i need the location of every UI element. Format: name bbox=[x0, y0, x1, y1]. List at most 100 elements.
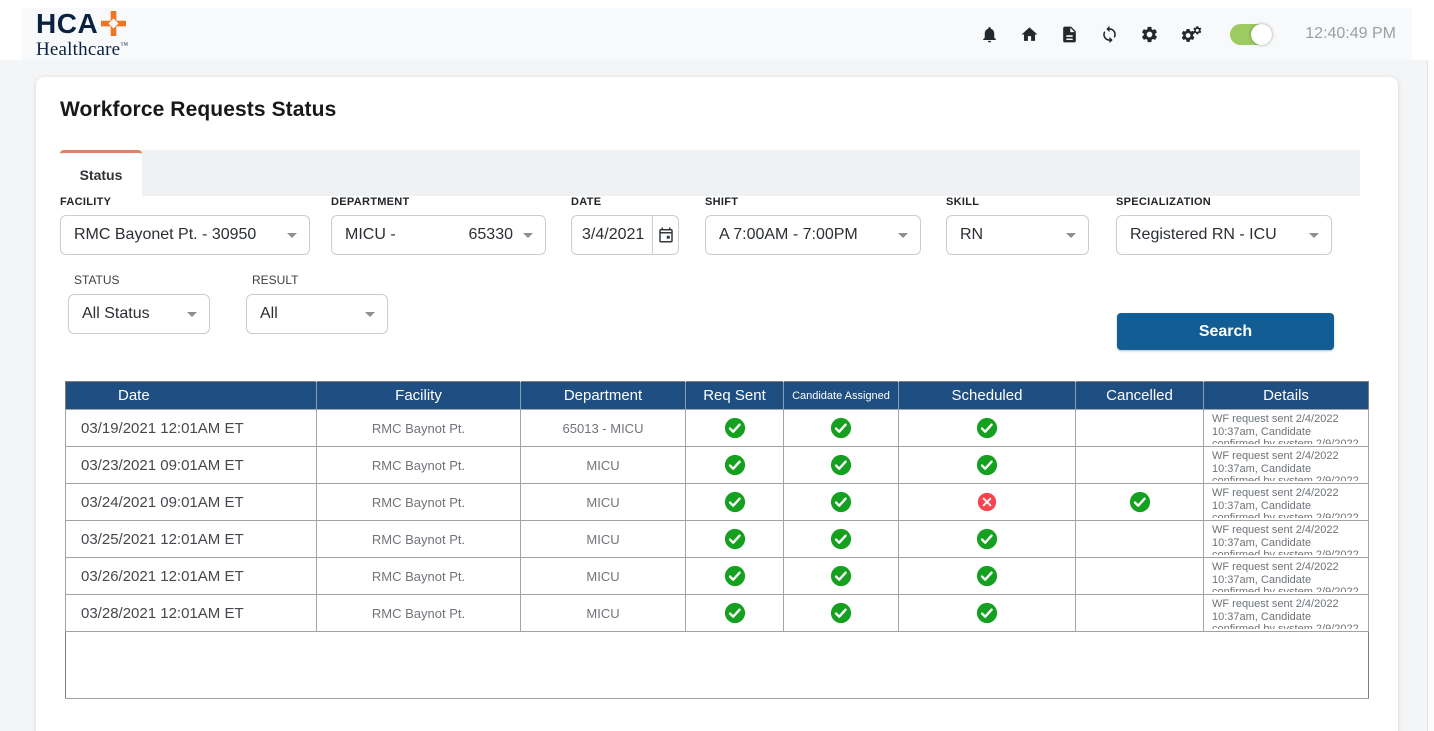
check-icon bbox=[724, 491, 746, 513]
page-scrollbar[interactable] bbox=[1427, 60, 1434, 731]
check-icon bbox=[724, 417, 746, 439]
table-row: 03/26/2021 12:01AM ET RMC Baynot Pt. MIC… bbox=[66, 558, 1369, 595]
cell-facility: RMC Baynot Pt. bbox=[317, 410, 521, 447]
cell-facility: RMC Baynot Pt. bbox=[317, 595, 521, 632]
chevron-down-icon bbox=[1066, 233, 1076, 238]
cell-department: MICU bbox=[521, 447, 686, 484]
search-button[interactable]: Search bbox=[1117, 313, 1334, 350]
skill-select[interactable]: RN bbox=[946, 215, 1089, 255]
cell-date: 03/19/2021 12:01AM ET bbox=[66, 410, 317, 447]
table-row: 03/23/2021 09:01AM ET RMC Baynot Pt. MIC… bbox=[66, 447, 1369, 484]
cell-cancelled bbox=[1076, 595, 1204, 632]
cell-scheduled bbox=[899, 484, 1076, 521]
cell-facility: RMC Baynot Pt. bbox=[317, 558, 521, 595]
cell-scheduled bbox=[899, 410, 1076, 447]
check-icon bbox=[830, 491, 852, 513]
facility-select[interactable]: RMC Bayonet Pt. - 30950 bbox=[60, 215, 310, 255]
specialization-select[interactable]: Registered RN - ICU bbox=[1116, 215, 1332, 255]
cell-details: WF request sent 2/4/2022 10:37am, Candid… bbox=[1204, 595, 1369, 632]
cell-candidate-assigned bbox=[784, 521, 899, 558]
pdf-file-icon[interactable] bbox=[1060, 25, 1079, 44]
chevron-down-icon bbox=[523, 233, 533, 238]
cell-cancelled bbox=[1076, 558, 1204, 595]
result-label: RESULT bbox=[252, 273, 388, 287]
power-toggle[interactable] bbox=[1230, 24, 1272, 45]
cell-facility: RMC Baynot Pt. bbox=[317, 447, 521, 484]
cell-facility: RMC Baynot Pt. bbox=[317, 484, 521, 521]
specialization-label: SPECIALIZATION bbox=[1116, 196, 1332, 208]
table-row: 03/25/2021 12:01AM ET RMC Baynot Pt. MIC… bbox=[66, 521, 1369, 558]
col-header-cancelled: Cancelled bbox=[1076, 382, 1204, 410]
table-header-row: Date Facility Department Req Sent Candid… bbox=[66, 382, 1369, 410]
chevron-down-icon bbox=[898, 233, 908, 238]
cell-req-sent bbox=[686, 558, 784, 595]
admin-gears-icon[interactable] bbox=[1180, 25, 1203, 44]
clock-time: 12:40:49 PM bbox=[1305, 25, 1396, 43]
check-icon bbox=[830, 528, 852, 550]
check-icon bbox=[830, 565, 852, 587]
calendar-icon[interactable] bbox=[652, 216, 678, 254]
date-value[interactable]: 3/4/2021 bbox=[572, 216, 652, 254]
cell-scheduled bbox=[899, 521, 1076, 558]
cell-details: WF request sent 2/4/2022 10:37am, Candid… bbox=[1204, 447, 1369, 484]
refresh-icon[interactable] bbox=[1100, 25, 1119, 44]
cell-candidate-assigned bbox=[784, 447, 899, 484]
bell-icon[interactable] bbox=[980, 25, 999, 44]
col-header-scheduled: Scheduled bbox=[899, 382, 1076, 410]
col-header-details: Details bbox=[1204, 382, 1369, 410]
check-icon bbox=[724, 602, 746, 624]
cell-req-sent bbox=[686, 521, 784, 558]
shift-select[interactable]: A 7:00AM - 7:00PM bbox=[705, 215, 921, 255]
logo-text-hca: HCA bbox=[36, 10, 98, 38]
settings-gear-icon[interactable] bbox=[1140, 25, 1159, 44]
chevron-down-icon bbox=[187, 312, 197, 317]
cell-department: MICU bbox=[521, 521, 686, 558]
cell-candidate-assigned bbox=[784, 558, 899, 595]
workforce-status-table: Date Facility Department Req Sent Candid… bbox=[65, 381, 1369, 699]
tab-status[interactable]: Status bbox=[60, 150, 142, 196]
cell-department: MICU bbox=[521, 558, 686, 595]
cell-cancelled bbox=[1076, 521, 1204, 558]
check-icon bbox=[976, 454, 998, 476]
check-icon bbox=[724, 528, 746, 550]
date-input[interactable]: 3/4/2021 bbox=[571, 215, 679, 255]
col-header-department: Department bbox=[521, 382, 686, 410]
facility-value: RMC Bayonet Pt. - 30950 bbox=[74, 226, 256, 244]
filters-panel: FACILITY RMC Bayonet Pt. - 30950 DEPARTM… bbox=[36, 196, 1398, 396]
check-icon bbox=[830, 602, 852, 624]
status-select[interactable]: All Status bbox=[68, 294, 210, 334]
cell-date: 03/26/2021 12:01AM ET bbox=[66, 558, 317, 595]
check-icon bbox=[830, 454, 852, 476]
page-title: Workforce Requests Status bbox=[60, 98, 336, 122]
col-header-facility: Facility bbox=[317, 382, 521, 410]
home-icon[interactable] bbox=[1020, 25, 1039, 44]
tab-strip: Status bbox=[60, 150, 1360, 196]
status-label: STATUS bbox=[74, 273, 210, 287]
department-value: MICU - bbox=[345, 226, 396, 244]
cell-date: 03/23/2021 09:01AM ET bbox=[66, 447, 317, 484]
department-select[interactable]: MICU - 65330 bbox=[331, 215, 546, 255]
cell-req-sent bbox=[686, 410, 784, 447]
table-row: 03/19/2021 12:01AM ET RMC Baynot Pt. 650… bbox=[66, 410, 1369, 447]
result-select[interactable]: All bbox=[246, 294, 388, 334]
cell-candidate-assigned bbox=[784, 410, 899, 447]
cell-scheduled bbox=[899, 558, 1076, 595]
cell-scheduled bbox=[899, 595, 1076, 632]
check-icon bbox=[1129, 491, 1151, 513]
cell-cancelled bbox=[1076, 447, 1204, 484]
hca-cross-icon bbox=[101, 11, 126, 36]
cell-department: MICU bbox=[521, 595, 686, 632]
logo-text-healthcare: Healthcare™ bbox=[36, 40, 128, 59]
skill-value: RN bbox=[960, 226, 983, 244]
shift-label: SHIFT bbox=[705, 196, 921, 208]
cell-candidate-assigned bbox=[784, 484, 899, 521]
skill-label: SKILL bbox=[946, 196, 1089, 208]
toggle-knob[interactable] bbox=[1251, 24, 1272, 45]
chevron-down-icon bbox=[1309, 233, 1319, 238]
cell-cancelled bbox=[1076, 484, 1204, 521]
cross-icon bbox=[977, 492, 997, 512]
chevron-down-icon bbox=[365, 312, 375, 317]
cell-date: 03/28/2021 12:01AM ET bbox=[66, 595, 317, 632]
chevron-down-icon bbox=[287, 233, 297, 238]
check-icon bbox=[724, 454, 746, 476]
